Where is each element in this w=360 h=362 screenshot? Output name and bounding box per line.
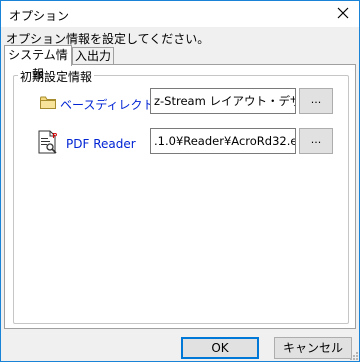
cancel-button[interactable]: キャンセル (274, 337, 352, 359)
tab-system-info[interactable]: システム情報 (4, 45, 72, 81)
tab-input-output[interactable]: 入出力 (72, 47, 114, 65)
dialog-body: オプション情報を設定してください。 システム情報 入出力 初期設定情報 ベースデ… (1, 27, 359, 361)
close-button[interactable] (335, 5, 351, 21)
base-directory-field[interactable]: z-Stream レイアウト・デザイナ¥ (150, 88, 296, 114)
pdf-reader-label: PDF Reader (66, 137, 136, 151)
base-directory-browse-button[interactable]: ... (299, 88, 333, 114)
tab-panel-system-info: 初期設定情報 ベースディレクトリ z-Stream レイアウト・デザイナ¥ ..… (4, 64, 356, 329)
window-title: オプション (9, 9, 70, 23)
pdf-reader-browse-button[interactable]: ... (299, 128, 333, 154)
svg-text:P: P (53, 133, 58, 140)
initial-settings-group: 初期設定情報 ベースディレクトリ z-Stream レイアウト・デザイナ¥ ..… (13, 68, 349, 324)
ok-button[interactable]: OK (181, 337, 259, 359)
options-dialog: オプション オプション情報を設定してください。 システム情報 入出力 初期設定情… (0, 0, 360, 362)
close-icon (337, 7, 349, 19)
title-bar[interactable]: オプション (1, 1, 359, 27)
resize-grip-icon[interactable] (348, 350, 358, 360)
pdf-document-icon: P (38, 130, 58, 154)
group-label: 初期設定情報 (18, 68, 95, 85)
pdf-reader-path-field[interactable]: .1.0¥Reader¥AcroRd32.exe (150, 128, 296, 154)
folder-icon (40, 96, 56, 109)
